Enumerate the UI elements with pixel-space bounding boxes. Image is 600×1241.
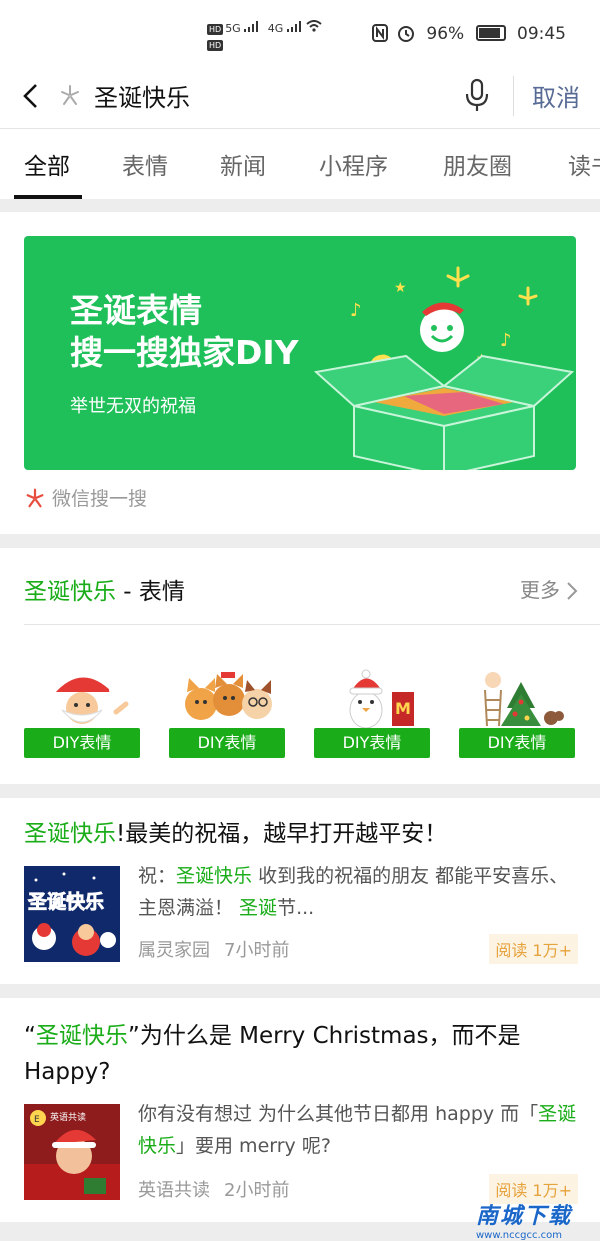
promo-banner[interactable]: 圣诞表情 搜一搜独家DIY 举世无双的祝福 ♪ ♪ ★ ★	[24, 236, 576, 470]
signal-indicators: HD 5G 4G HD	[207, 20, 322, 51]
watermark: 南城下载 www.nccgcc.com	[476, 1198, 590, 1241]
stickers-section: 圣诞快乐 - 表情 更多 DIY表情 DIY表情 M DIY表情 DIY表情	[0, 548, 600, 784]
promo-card: 圣诞表情 搜一搜独家DIY 举世无双的祝福 ♪ ♪ ★ ★	[0, 212, 600, 534]
wifi-icon	[306, 20, 322, 32]
battery-percent: 96%	[426, 24, 465, 44]
watermark-main: 南城下载	[476, 1204, 573, 1229]
article-title-rest: !最美的祝福，越早打开越平安！	[116, 821, 448, 847]
tab-all[interactable]: 全部	[24, 147, 70, 181]
search-brand-icon	[61, 85, 79, 105]
desc-highlight: 圣诞	[239, 897, 278, 919]
cancel-button[interactable]: 取消	[532, 78, 580, 113]
sticker-item[interactable]: DIY表情	[459, 668, 575, 760]
article-title: “圣诞快乐”为什么是 Merry Christmas，而不是 Happy?	[24, 1018, 580, 1090]
divider	[513, 76, 514, 116]
nfc-icon	[371, 24, 388, 42]
gift-box-illustration: ♪ ♪ ★ ★	[314, 266, 575, 470]
thumbnail-image: E 英语共读	[24, 1104, 120, 1200]
section-title-rest: - 表情	[116, 579, 185, 605]
tab-stickers[interactable]: 表情	[122, 147, 168, 181]
tab-news[interactable]: 新闻	[220, 147, 266, 181]
microphone-icon[interactable]	[464, 78, 490, 112]
hd-badge: HD	[207, 40, 224, 51]
desc-text: 你有没有想过 为什么其他节日都用 happy 而「	[138, 1103, 539, 1125]
divider	[24, 624, 600, 625]
back-icon[interactable]	[18, 82, 46, 110]
brand-row: 微信搜一搜	[24, 484, 147, 511]
chevron-right-icon	[567, 582, 578, 600]
article-source: 英语共读	[138, 1180, 210, 1201]
cats-sticker-icon	[185, 672, 272, 720]
article-time: 2小时前	[224, 1180, 290, 1201]
desc-text: 」要用 merry 呢?	[176, 1135, 331, 1157]
sticker-item[interactable]: DIY表情	[169, 668, 285, 760]
article-meta: 英语共读 2小时前	[138, 1176, 303, 1202]
article-description: 祝：圣诞快乐 收到我的祝福的朋友 都能平安喜乐、 主恩满溢！ 圣诞节...	[138, 860, 578, 924]
article-title: 圣诞快乐!最美的祝福，越早打开越平安！	[24, 816, 580, 852]
hd-badge: HD	[207, 24, 224, 35]
svg-text:♪: ♪	[500, 330, 512, 351]
diy-sticker-button[interactable]: DIY表情	[169, 728, 285, 758]
status-right: 96% 09:45	[371, 24, 566, 44]
article-title-quote: “	[24, 1023, 36, 1049]
diy-sticker-button[interactable]: DIY表情	[24, 728, 140, 758]
article-time: 7小时前	[224, 940, 290, 961]
more-link[interactable]: 更多	[520, 574, 578, 603]
article-thumbnail: 圣诞快乐	[24, 866, 120, 962]
svg-text:M: M	[395, 699, 411, 718]
alarm-icon	[397, 26, 414, 42]
svg-text:E: E	[34, 1115, 40, 1125]
brand-label: 微信搜一搜	[52, 488, 148, 510]
tab-reading[interactable]: 读书	[568, 147, 600, 181]
section-title: 圣诞快乐 - 表情	[24, 572, 185, 606]
article-thumbnail: E 英语共读	[24, 1104, 120, 1200]
wechat-search-logo-icon	[26, 488, 44, 508]
category-tabs: 全部 表情 新闻 小程序 朋友圈 读书	[0, 129, 600, 199]
network-5g-label: 5G	[225, 22, 241, 35]
article-title-highlight: 圣诞快乐	[35, 1023, 128, 1049]
article-card[interactable]: “圣诞快乐”为什么是 Merry Christmas，而不是 Happy? E …	[0, 998, 600, 1222]
battery-icon	[475, 25, 506, 41]
signal-icon	[286, 21, 301, 32]
sticker-item[interactable]: M DIY表情	[314, 668, 430, 760]
clock: 09:45	[517, 24, 566, 44]
article-description: 你有没有想过 为什么其他节日都用 happy 而「圣诞快乐」要用 merry 呢…	[138, 1098, 578, 1162]
thumbnail-image: 圣诞快乐	[24, 866, 120, 962]
desc-text: 祝：	[138, 865, 177, 887]
search-bar: 圣诞快乐 取消	[0, 64, 600, 129]
penguin-sticker-icon: M	[349, 669, 414, 729]
sticker-item[interactable]: DIY表情	[24, 668, 140, 760]
banner-title-line2: 搜一搜独家DIY	[70, 333, 299, 372]
diy-sticker-button[interactable]: DIY表情	[459, 728, 575, 758]
network-4g-label: 4G	[267, 22, 284, 35]
tab-mini-programs[interactable]: 小程序	[319, 147, 388, 181]
tree-sticker-icon	[484, 672, 564, 727]
svg-text:★: ★	[394, 280, 407, 296]
santa-sticker-icon	[52, 677, 129, 724]
article-meta: 属灵家园 7小时前	[138, 936, 303, 962]
article-source: 属灵家园	[138, 940, 210, 961]
section-title-highlight: 圣诞快乐	[24, 579, 116, 605]
desc-text: 节...	[277, 897, 315, 919]
banner-title-line1: 圣诞表情	[70, 291, 202, 330]
search-input[interactable]: 圣诞快乐	[94, 78, 190, 113]
banner-subtitle: 举世无双的祝福	[70, 396, 196, 417]
active-tab-indicator	[14, 195, 82, 199]
more-label: 更多	[520, 578, 560, 602]
article-card[interactable]: 圣诞快乐!最美的祝福，越早打开越平安！ 圣诞快乐 祝：圣诞快乐 收到我的祝福的朋…	[0, 798, 600, 984]
read-count-badge: 阅读 1万+	[489, 934, 578, 964]
tab-moments[interactable]: 朋友圈	[443, 147, 512, 181]
signal-icon	[244, 21, 259, 32]
thumbnail-text: 英语共读	[50, 1111, 86, 1123]
svg-text:♪: ♪	[350, 300, 362, 321]
status-bar: HD 5G 4G HD 96% 09:45	[0, 0, 600, 64]
diy-sticker-button[interactable]: DIY表情	[314, 728, 430, 758]
article-title-highlight: 圣诞快乐	[24, 821, 116, 847]
desc-highlight: 圣诞快乐	[176, 865, 253, 887]
thumbnail-text: 圣诞快乐	[28, 890, 104, 913]
watermark-sub: www.nccgcc.com	[476, 1230, 563, 1241]
